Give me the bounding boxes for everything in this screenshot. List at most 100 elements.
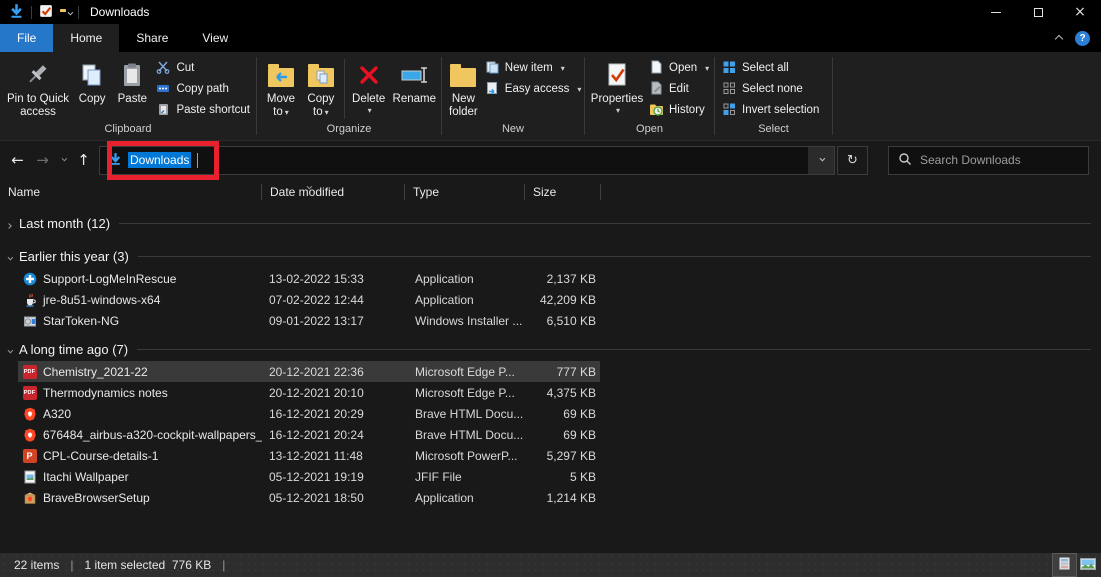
file-size: 1,214 KB xyxy=(546,490,596,505)
dropdown-icon: ▾ xyxy=(367,106,372,115)
address-field[interactable]: Downloads xyxy=(99,145,835,175)
paste-label: Paste xyxy=(117,93,148,105)
cut-icon xyxy=(156,60,170,77)
up-button[interactable]: ↑ xyxy=(71,147,96,173)
file-row[interactable]: A320 16-12-2021 20:29 Brave HTML Docu...… xyxy=(0,403,1101,424)
details-view-toggle[interactable] xyxy=(1052,553,1077,577)
open-button[interactable]: Open ▾ xyxy=(645,58,713,79)
properties-button[interactable]: Properties ▾ xyxy=(589,55,645,117)
select-none-icon xyxy=(723,82,736,98)
file-list-pane: Name Date modified Type Size Last month … xyxy=(0,179,1101,553)
ribbon-group-organize: Move to ▾ Copy to ▾ Delete ▾ Rename Orga… xyxy=(257,52,441,140)
divider xyxy=(832,57,833,135)
tab-share[interactable]: Share xyxy=(119,24,185,52)
open-label: Open xyxy=(669,62,698,74)
group-header-a-long-time-ago[interactable]: A long time ago (7) xyxy=(0,337,1101,361)
move-to-button[interactable]: Move to ▾ xyxy=(261,55,301,121)
thumbnails-view-toggle[interactable] xyxy=(1076,554,1099,576)
tab-home[interactable]: Home xyxy=(53,24,120,52)
file-row[interactable]: jre-8u51-windows-x64 07-02-2022 12:44 Ap… xyxy=(0,289,1101,310)
tab-file[interactable]: File xyxy=(0,24,54,52)
properties-quick-icon[interactable] xyxy=(39,4,53,21)
file-date: 16-12-2021 20:24 xyxy=(269,427,364,442)
group-header-earlier-this-year[interactable]: Earlier this year (3) xyxy=(0,244,1101,268)
file-row[interactable]: BraveBrowserSetup 05-12-2021 18:50 Appli… xyxy=(0,487,1101,508)
pdf-file-icon: PDF xyxy=(22,364,37,379)
logmein-rescue-icon xyxy=(22,271,37,286)
file-date: 20-12-2021 20:10 xyxy=(269,385,364,400)
downloads-folder-icon xyxy=(109,152,122,168)
file-type: Application xyxy=(415,271,474,286)
maximize-button[interactable] xyxy=(1017,0,1059,24)
tab-view[interactable]: View xyxy=(185,24,245,52)
divider xyxy=(137,348,1091,350)
group-header-last-month[interactable]: Last month (12) xyxy=(0,211,1101,235)
address-location-text: Downloads xyxy=(128,152,192,168)
invert-selection-button[interactable]: Invert selection xyxy=(719,100,823,121)
search-box[interactable] xyxy=(888,145,1089,175)
status-bar: 22 items | 1 item selected 776 KB | xyxy=(0,553,1101,577)
minimize-button[interactable] xyxy=(975,0,1017,24)
edit-icon xyxy=(649,81,663,98)
file-type: Microsoft Edge P... xyxy=(415,385,515,400)
help-icon[interactable]: ? xyxy=(1075,30,1090,46)
collapse-ribbon-icon[interactable] xyxy=(1054,31,1064,45)
file-row[interactable]: StarToken-NG 09-01-2022 13:17 Windows In… xyxy=(0,310,1101,331)
column-header-date-modified[interactable]: Date modified xyxy=(262,179,405,205)
copy-path-label: Copy path xyxy=(176,83,229,95)
search-icon xyxy=(898,152,912,169)
ribbon-home: Pin to Quick access Copy Paste Cut Copy … xyxy=(0,52,1101,141)
paste-shortcut-button[interactable]: Paste shortcut xyxy=(152,100,254,121)
search-input[interactable] xyxy=(920,153,1079,167)
file-type: Windows Installer ... xyxy=(415,313,523,328)
column-header-size[interactable]: Size xyxy=(525,179,601,205)
cut-button[interactable]: Cut xyxy=(152,58,254,79)
recent-locations-chevron-icon[interactable] xyxy=(55,155,71,162)
file-row[interactable]: Support-LogMeInRescue 13-02-2022 15:33 A… xyxy=(0,268,1101,289)
close-icon: × xyxy=(1074,4,1086,20)
back-button[interactable]: ← xyxy=(5,147,30,173)
new-item-button[interactable]: New item ▾ xyxy=(481,58,586,79)
qat-customize-chevron-icon[interactable] xyxy=(67,5,74,19)
refresh-button[interactable]: ↻ xyxy=(837,145,868,175)
select-none-button[interactable]: Select none xyxy=(719,79,823,100)
copy-button[interactable]: Copy xyxy=(72,55,112,108)
select-all-icon xyxy=(723,61,736,77)
history-button[interactable]: History xyxy=(645,100,713,121)
file-size: 2,137 KB xyxy=(546,271,596,286)
chevron-right-icon xyxy=(6,216,12,231)
easy-access-button[interactable]: Easy access ▾ xyxy=(481,79,586,100)
file-row[interactable]: 676484_airbus-a320-cockpit-wallpapers_..… xyxy=(0,424,1101,445)
move-to-icon xyxy=(267,57,294,93)
new-folder-button[interactable]: New folder xyxy=(446,55,481,121)
copy-path-button[interactable]: Copy path xyxy=(152,79,254,100)
edit-button[interactable]: Edit xyxy=(645,79,713,100)
file-name: 676484_airbus-a320-cockpit-wallpapers_..… xyxy=(43,427,262,442)
paste-button[interactable]: Paste xyxy=(112,55,152,108)
file-row-selected[interactable]: PDF Chemistry_2021-22 20-12-2021 22:36 Mi… xyxy=(0,361,1101,382)
copy-to-button[interactable]: Copy to ▾ xyxy=(301,55,341,121)
select-all-button[interactable]: Select all xyxy=(719,58,823,79)
file-type: Application xyxy=(415,490,474,505)
new-item-label: New item xyxy=(504,62,553,74)
close-button[interactable]: × xyxy=(1059,0,1101,24)
pin-label-line1: Pin to Quick xyxy=(7,93,69,105)
file-row[interactable]: P CPL-Course-details-1 13-12-2021 11:48 M… xyxy=(0,445,1101,466)
dropdown-icon: ▾ xyxy=(324,108,329,117)
brave-html-icon xyxy=(22,406,37,421)
file-row[interactable]: PDF Thermodynamics notes 20-12-2021 20:10… xyxy=(0,382,1101,403)
dropdown-icon: ▾ xyxy=(577,85,582,94)
quick-access-toolbar xyxy=(0,0,79,24)
address-dropdown-chevron-icon[interactable] xyxy=(808,146,834,174)
file-name: StarToken-NG xyxy=(43,313,120,328)
delete-button[interactable]: Delete ▾ xyxy=(348,55,390,117)
rename-button[interactable]: Rename xyxy=(390,55,439,108)
file-row[interactable]: Itachi Wallpaper 05-12-2021 19:19 JFIF F… xyxy=(0,466,1101,487)
pin-to-quick-access-button[interactable]: Pin to Quick access xyxy=(4,55,72,121)
file-size: 5 KB xyxy=(569,469,596,484)
column-header-type[interactable]: Type xyxy=(405,179,525,205)
new-item-icon xyxy=(485,60,499,77)
forward-button[interactable]: → xyxy=(30,147,55,173)
rename-icon xyxy=(399,57,429,93)
column-header-name[interactable]: Name xyxy=(0,179,262,205)
